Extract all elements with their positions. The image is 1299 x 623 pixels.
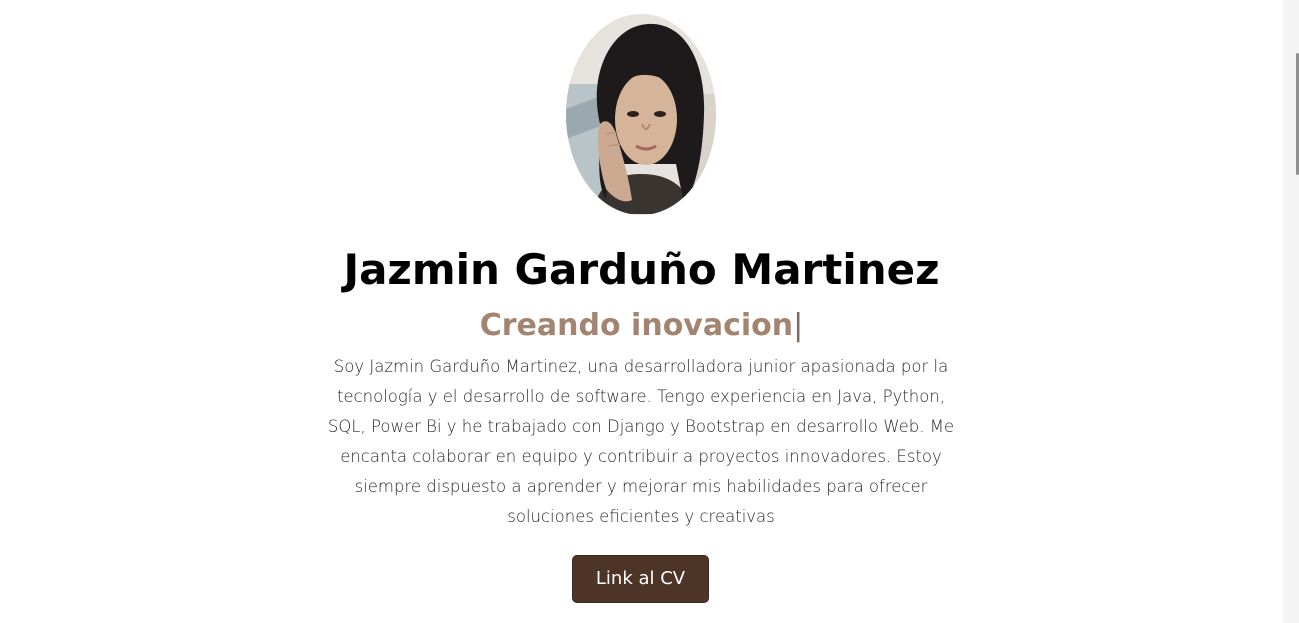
cv-link-button[interactable]: Link al CV: [572, 555, 709, 603]
tagline-prefix: Creando: [479, 308, 621, 343]
hero-section: Jazmin Garduño Martinez Creando inovacio…: [0, 0, 1283, 623]
profile-name: Jazmin Garduño Martinez: [343, 245, 940, 294]
profile-photo: [566, 14, 716, 215]
profile-photo-image: [566, 14, 716, 215]
tagline-typed-word: inovacion: [631, 308, 794, 343]
bio-paragraph: Soy Jazmin Garduño Martinez, una desarro…: [327, 357, 955, 526]
typing-cursor: |: [793, 308, 804, 343]
tagline: Creando inovacion|: [0, 305, 1283, 347]
